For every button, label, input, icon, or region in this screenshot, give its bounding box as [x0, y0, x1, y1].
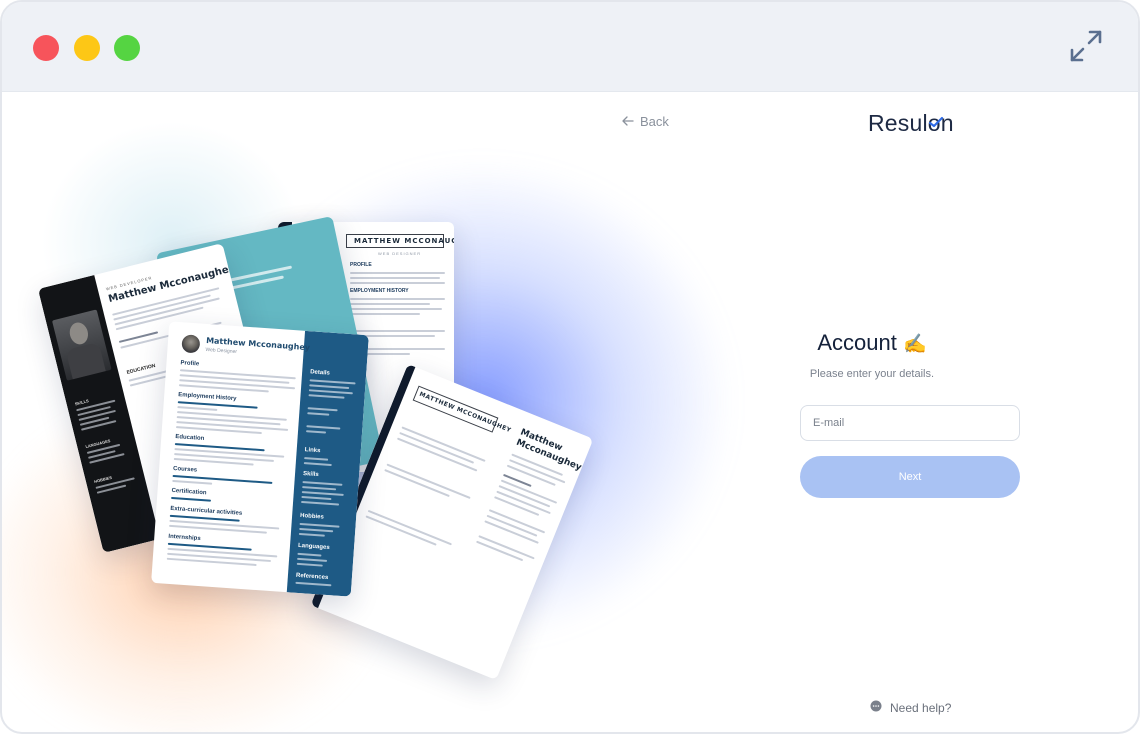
- brand-logo[interactable]: Resulon: [868, 110, 954, 137]
- resume-section-label: Skills: [302, 471, 319, 479]
- resume-section-label: EMPLOYMENT HISTORY: [350, 288, 409, 294]
- resume-name: MATTHEW MCCONAUGHEY: [354, 237, 454, 245]
- writing-hand-icon: ✍️: [902, 334, 927, 355]
- back-label: Back: [640, 114, 669, 129]
- next-button[interactable]: Next: [800, 456, 1020, 498]
- page-title-text: Account: [817, 330, 897, 355]
- auth-panel: Back Resulon Account ✍️ Please enter you…: [602, 92, 1138, 732]
- resume-section-label: Courses: [172, 465, 198, 474]
- resume-section-label: PROFILE: [350, 262, 372, 268]
- page-title: Account ✍️: [602, 330, 1138, 356]
- resume-role: WEB DESIGNER: [378, 251, 422, 256]
- checkmark-icon: [928, 107, 944, 134]
- resume-section-label: Links: [304, 447, 321, 455]
- page-subtitle: Please enter your details.: [809, 368, 935, 380]
- resume-role: Web Designer: [205, 346, 238, 356]
- resume-collage: MATTHEW MCCONAUGHEY WEB DESIGNER PROFILE…: [2, 92, 602, 732]
- resume-section-label: Certification: [171, 487, 207, 497]
- resume-section-label: Employment History: [178, 392, 237, 403]
- resume-section-label: Details: [309, 369, 331, 377]
- help-label: Need help?: [890, 700, 952, 715]
- minimize-window-button[interactable]: [74, 35, 100, 61]
- resume-section-label: Profile: [180, 360, 200, 368]
- email-field[interactable]: [800, 405, 1020, 441]
- title-bar: [2, 2, 1138, 92]
- content-area: MATTHEW MCCONAUGHEY WEB DESIGNER PROFILE…: [2, 92, 1138, 732]
- resume-section-label: Education: [175, 434, 205, 443]
- expand-arrows-icon[interactable]: [1068, 28, 1104, 64]
- close-window-button[interactable]: [33, 35, 59, 61]
- resume-card-blue: Matthew Mcconaughey Web Designer Profile…: [151, 321, 369, 597]
- resume-section-label: Internships: [168, 533, 201, 543]
- resume-name: MATTHEW MCCONAUGHEY: [418, 390, 513, 435]
- avatar: [181, 334, 201, 354]
- help-link[interactable]: Need help?: [870, 700, 951, 715]
- arrow-left-icon: [622, 114, 634, 129]
- chat-bubble-icon: [870, 700, 882, 715]
- back-link[interactable]: Back: [622, 114, 669, 129]
- maximize-window-button[interactable]: [114, 35, 140, 61]
- app-window: MATTHEW MCCONAUGHEY WEB DESIGNER PROFILE…: [0, 0, 1140, 734]
